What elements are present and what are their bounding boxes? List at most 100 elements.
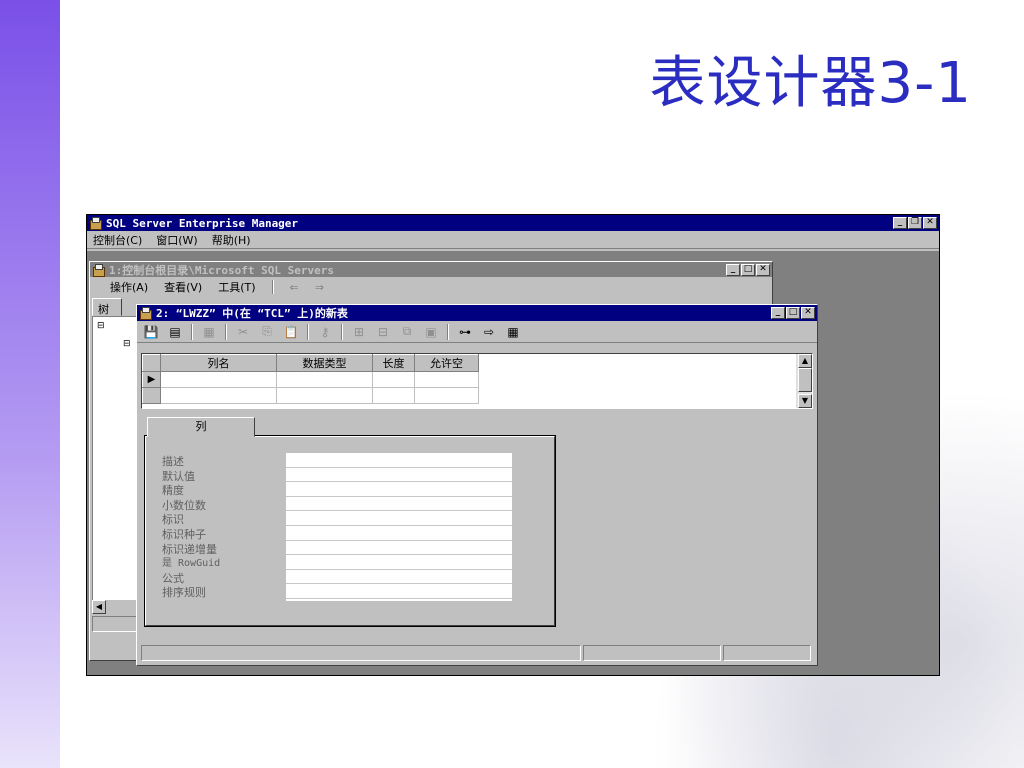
prop-label-rowguid: 是 RowGuid (162, 558, 221, 570)
properties-icon[interactable]: ▤ (167, 324, 183, 340)
property-value-fields (286, 453, 512, 601)
prop-label-identity: 标识 (162, 513, 184, 527)
insert-row-icon[interactable]: ⊞ (351, 324, 367, 340)
console-close-button[interactable]: ✕ (756, 263, 770, 276)
status-cell (583, 645, 721, 661)
designer-titlebar[interactable]: 2: “LWZZ” 中(在 “TCL” 上)的新表 _ □ ✕ (137, 305, 817, 321)
save-icon[interactable]: 💾 (143, 324, 159, 340)
paste-icon[interactable]: 📋 (283, 324, 299, 340)
scroll-left-icon[interactable]: ◀ (92, 600, 106, 614)
toolbar-separator (225, 323, 227, 340)
col-header-datatype[interactable]: 数据类型 (276, 354, 373, 372)
prop-label-description: 描述 (162, 455, 184, 468)
toolbar-separator (341, 323, 343, 340)
cell-length[interactable] (372, 371, 415, 388)
cell-allow-null[interactable] (414, 371, 479, 388)
key-icon[interactable]: ⚷ (317, 324, 333, 340)
relationships-icon[interactable]: ⊶ (457, 324, 473, 340)
console-minimize-button[interactable]: _ (726, 263, 740, 276)
prop-field-rowguid[interactable] (286, 555, 512, 570)
tree-pane[interactable]: ⊟ ⊟ (92, 316, 138, 602)
designer-toolbar: 💾 ▤ ▦ ✂ ⎘ 📋 ⚷ ⊞ ⊟ ⧉ ▣ ⊶ ⇨ ▦ (137, 321, 817, 343)
cell-data-type[interactable] (276, 371, 373, 388)
property-labels: 描述 默认值 精度 小数位数 标识 标识种子 标识递增量 是 RowGuid 公… (162, 455, 282, 601)
generate-script-icon[interactable]: ⇨ (481, 324, 497, 340)
prop-label-identity-seed: 标识种子 (162, 527, 206, 541)
designer-maximize-button[interactable]: □ (786, 307, 800, 319)
insert-column-icon[interactable]: ▦ (201, 324, 217, 340)
action-menu[interactable]: 操作(A) (110, 279, 148, 295)
prop-field-scale[interactable] (286, 497, 512, 512)
manage-constraints-icon[interactable]: ▣ (423, 324, 439, 340)
table-row[interactable] (142, 387, 479, 404)
designer-close-button[interactable]: ✕ (801, 307, 815, 319)
prop-field-collation[interactable] (286, 584, 512, 599)
copy-icon[interactable]: ⎘ (259, 324, 275, 340)
cut-icon[interactable]: ✂ (235, 324, 251, 340)
app-title: SQL Server Enterprise Manager (106, 216, 299, 230)
toolbar-separator (191, 323, 193, 340)
cell-length[interactable] (372, 387, 415, 404)
app-icon (89, 217, 103, 230)
toolbar-separator (271, 280, 274, 294)
prop-field-identity[interactable] (286, 511, 512, 526)
minimize-button[interactable]: _ (893, 217, 907, 229)
slide-title: 表设计器3-1 (649, 51, 972, 116)
column-grid: 列名 数据类型 长度 允许空 ▶ ▲ ▼ (141, 353, 813, 409)
scroll-thumb[interactable] (798, 368, 812, 392)
prop-label-scale: 小数位数 (162, 498, 206, 512)
console-titlebar[interactable]: 1:控制台根目录\Microsoft SQL Servers _ □ ✕ (90, 262, 772, 277)
tab-tree[interactable]: 树 (92, 298, 122, 316)
status-cell (141, 645, 581, 661)
designer-minimize-button[interactable]: _ (771, 307, 785, 319)
prop-label-default: 默认值 (162, 469, 195, 483)
toolbar-separator (447, 323, 449, 340)
grid-corner (142, 354, 161, 372)
restore-button[interactable]: ❐ (908, 217, 922, 229)
toolbar-separator (307, 323, 309, 340)
cell-column-name[interactable] (160, 371, 277, 388)
prop-label-precision: 精度 (162, 484, 184, 498)
delete-row-icon[interactable]: ⊟ (375, 324, 391, 340)
prop-field-precision[interactable] (286, 482, 512, 497)
back-arrow-icon[interactable]: ⇐ (290, 281, 299, 294)
prop-field-formula[interactable] (286, 570, 512, 585)
cell-allow-null[interactable] (414, 387, 479, 404)
col-header-allow-null[interactable]: 允许空 (414, 354, 479, 372)
status-cell (723, 645, 811, 661)
grid-view-icon[interactable]: ▦ (505, 324, 521, 340)
grid-vertical-scrollbar[interactable]: ▲ ▼ (796, 354, 812, 408)
tab-columns[interactable]: 列 (147, 417, 255, 437)
app-titlebar[interactable]: SQL Server Enterprise Manager _ ❐ ✕ (87, 215, 939, 231)
view-menu[interactable]: 查看(V) (164, 279, 202, 295)
prop-field-description[interactable] (286, 453, 512, 468)
close-button[interactable]: ✕ (923, 217, 937, 229)
scroll-up-icon[interactable]: ▲ (798, 354, 812, 368)
tree-expand-icon[interactable]: ⊟ (123, 339, 131, 349)
row-indicator-icon: ▶ (142, 371, 161, 388)
prop-field-identity-seed[interactable] (286, 526, 512, 541)
menu-console[interactable]: 控制台(C) (93, 232, 142, 248)
prop-label-identity-increment: 标识递增量 (162, 542, 217, 556)
cell-column-name[interactable] (160, 387, 277, 404)
prop-field-default[interactable] (286, 468, 512, 483)
grid-header-row: 列名 数据类型 长度 允许空 (142, 354, 479, 372)
table-row[interactable]: ▶ (142, 371, 479, 388)
col-header-length[interactable]: 长度 (372, 354, 415, 372)
menu-help[interactable]: 帮助(H) (212, 232, 251, 248)
prop-field-identity-increment[interactable] (286, 541, 512, 556)
scroll-down-icon[interactable]: ▼ (798, 394, 812, 408)
menu-window[interactable]: 窗口(W) (156, 232, 197, 248)
prop-label-formula: 公式 (162, 571, 184, 585)
forward-arrow-icon[interactable]: ⇒ (315, 281, 324, 294)
designer-title: 2: “LWZZ” 中(在 “TCL” 上)的新表 (156, 307, 348, 320)
column-properties-panel: 描述 默认值 精度 小数位数 标识 标识种子 标识递增量 是 RowGuid 公… (144, 435, 556, 627)
console-title: 1:控制台根目录\Microsoft SQL Servers (109, 263, 334, 277)
tree-expand-icon[interactable]: ⊟ (97, 321, 105, 331)
tree-horizontal-scrollbar[interactable]: ◀ (92, 600, 138, 614)
console-maximize-button[interactable]: □ (741, 263, 755, 276)
tools-menu[interactable]: 工具(T) (218, 279, 255, 295)
cell-data-type[interactable] (276, 387, 373, 404)
manage-indexes-icon[interactable]: ⧉ (399, 324, 415, 340)
col-header-name[interactable]: 列名 (160, 354, 277, 372)
